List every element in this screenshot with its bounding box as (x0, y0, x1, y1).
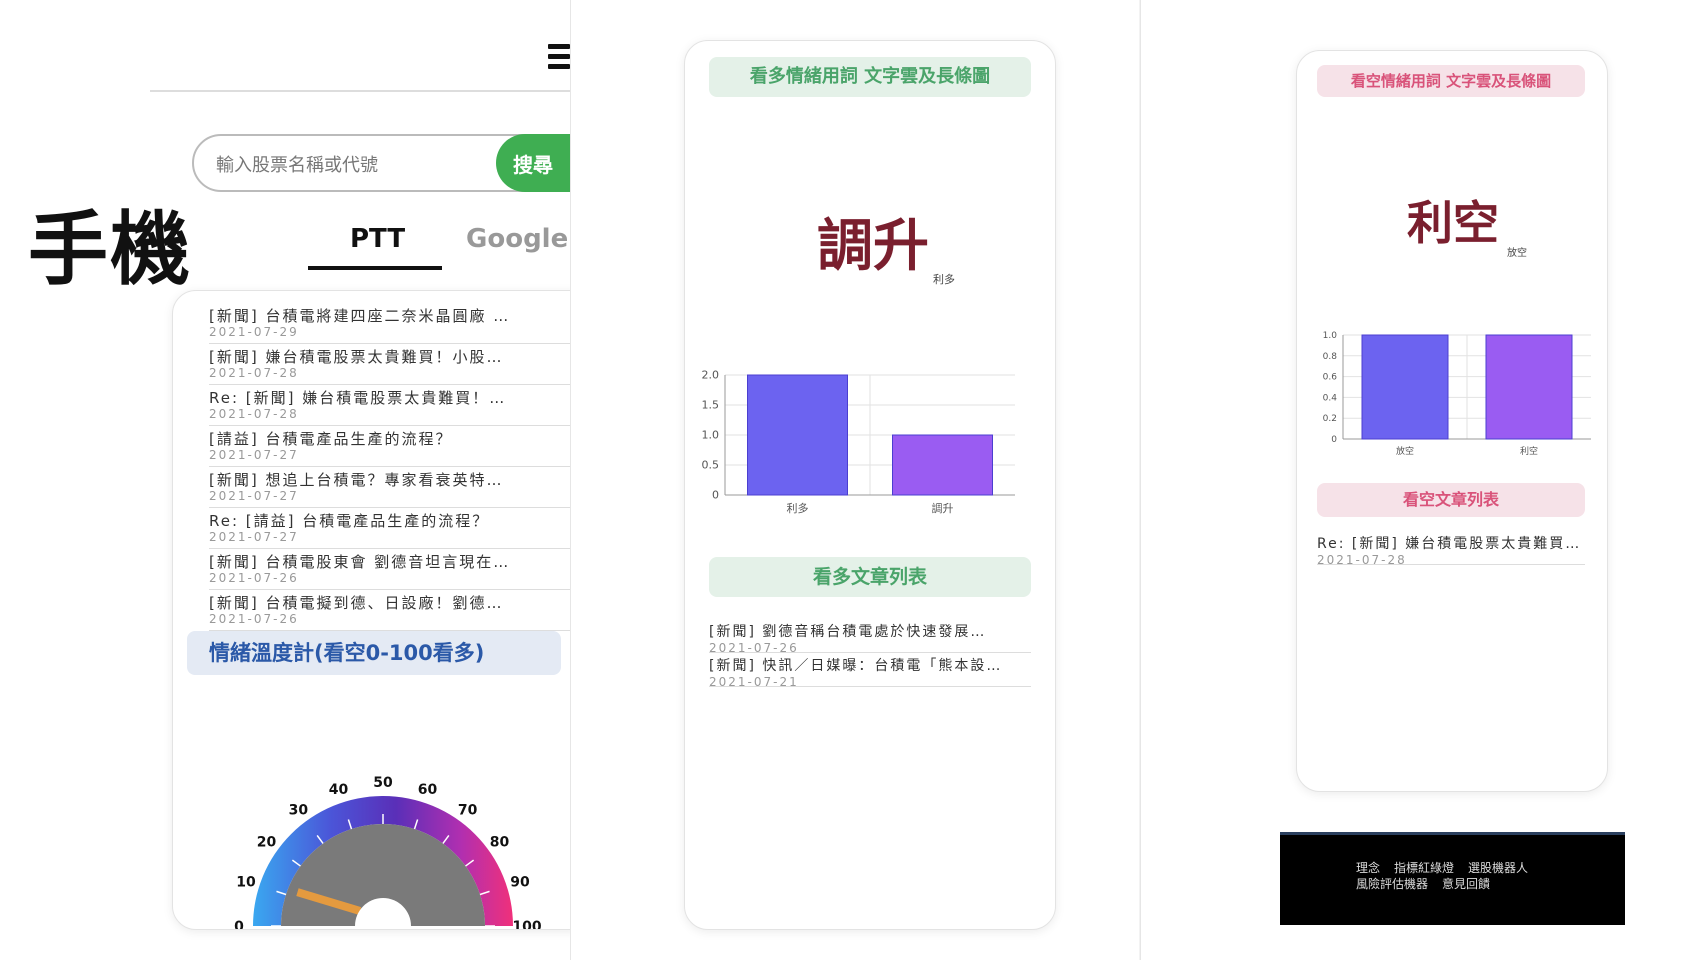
article-date: 2021-07-26 (209, 571, 299, 585)
bull-card: 看多情緒用詞 文字雲及長條圖 調升 利多 0 0.5 1.0 1.5 2.0 利多 調升 看… (684, 40, 1056, 930)
article-title: [新聞] 台積電擬到德、日設廠！劉德… (209, 594, 504, 612)
ptt-article-card: [新聞] 台積電將建四座二奈米晶圓廠 … 2021-07-29 [新聞] 嫌台積電股… (172, 290, 594, 930)
y-tick-label: 1.0 (702, 429, 720, 442)
x-tick-label: 利多 (787, 501, 809, 515)
article-date: 2021-07-28 (1317, 553, 1407, 565)
search-button[interactable]: 搜尋 (496, 134, 570, 192)
footer-links-row1: 理念 指標紅綠燈 選股機器人 (1356, 859, 1542, 876)
article-date: 2021-07-21 (709, 675, 799, 687)
x-tick-label: 調升 (932, 501, 954, 515)
x-tick-label: 利空 (1520, 445, 1538, 457)
article-title: Re: [請益] 台積電產品生產的流程？ (209, 512, 490, 530)
gauge-tick-label: 10 (236, 875, 256, 891)
article-item[interactable]: [新聞] 想追上台積電？專家看衰英特… 2021-07-27 (209, 467, 577, 508)
article-item[interactable]: [新聞] 快訊／日媒曝：台積電「熊本設… 2021-07-21 (709, 653, 1031, 687)
article-date: 2021-07-28 (209, 407, 299, 421)
footer-link[interactable]: 風險評估機器 (1356, 877, 1428, 891)
gauge-tick-label: 90 (510, 875, 530, 891)
bear-list-heading: 看空文章列表 (1317, 483, 1585, 517)
menu-icon[interactable] (548, 44, 570, 70)
article-title: Re: [新聞] 嫌台積電股票太貴難買！… (209, 389, 507, 407)
ptt-article-list: [新聞] 台積電將建四座二奈米晶圓廠 … 2021-07-29 [新聞] 嫌台積電股… (209, 303, 577, 631)
gauge-tick-label: 40 (329, 782, 349, 798)
bar-調升 (892, 434, 993, 496)
article-item[interactable]: [新聞] 台積電將建四座二奈米晶圓廠 … 2021-07-29 (209, 303, 577, 344)
footer-links-row2: 風險評估機器 意見回饋 (1356, 875, 1504, 892)
bull-cloud-small: 利多 (933, 273, 955, 286)
y-tick-label: 0.6 (1323, 373, 1338, 383)
gauge-tick-label: 100 (512, 919, 541, 930)
article-date: 2021-07-27 (209, 489, 299, 503)
article-date: 2021-07-27 (209, 448, 299, 462)
bar-放空 (1361, 334, 1449, 440)
bull-article-list: [新聞] 劉德音稱台積電處於快速發展… 2021-07-26 [新聞] 快訊／日媒曝… (709, 619, 1031, 687)
y-tick-label: 0 (1331, 435, 1337, 445)
bull-list-heading: 看多文章列表 (709, 557, 1031, 597)
gauge-tick-label: 80 (490, 834, 510, 850)
article-title: [新聞] 台積電股東會 劉德音坦言現在… (209, 553, 511, 571)
article-item[interactable]: Re: [新聞] 嫌台積電股票太貴難買！… 2021-07-28 (209, 385, 577, 426)
article-item[interactable]: Re: [新聞] 嫌台積電股票太貴難買！… 2021-07-28 (1317, 531, 1585, 565)
article-title: [新聞] 想追上台積電？專家看衰英特… (209, 471, 504, 489)
y-tick-label: 0.4 (1323, 393, 1338, 403)
bar-利空 (1485, 334, 1573, 440)
article-date: 2021-07-26 (709, 641, 799, 653)
article-date: 2021-07-29 (209, 325, 299, 339)
article-title: [請益] 台積電產品生產的流程？ (209, 430, 453, 448)
gauge-title: 情緒溫度計(看空0-100看多) (187, 631, 561, 675)
bear-cloud-small: 放空 (1507, 248, 1527, 259)
x-tick-label: 放空 (1396, 445, 1414, 457)
bull-heading: 看多情緒用詞 文字雲及長條圖 (709, 57, 1031, 97)
bear-cloud-main: 利空 (1407, 196, 1499, 250)
y-tick-label: 1.0 (1323, 331, 1338, 341)
bull-bar-chart: 0 0.5 1.0 1.5 2.0 利多 調升 (695, 367, 1045, 587)
article-date: 2021-07-27 (209, 530, 299, 544)
site-footer: 理念 指標紅綠燈 選股機器人 風險評估機器 意見回饋 (1280, 832, 1625, 925)
footer-link[interactable]: 指標紅綠燈 (1394, 861, 1454, 875)
tab-ptt[interactable]: PTT (350, 224, 405, 254)
mobile-label: 手機 (28, 203, 192, 296)
bear-heading: 看空情緒用詞 文字雲及長條圖 (1317, 65, 1585, 97)
bull-cloud-main: 調升 (817, 214, 929, 279)
tab-google[interactable]: Google (466, 224, 568, 254)
article-title: [新聞] 快訊／日媒曝：台積電「熊本設… (709, 658, 1003, 674)
article-date: 2021-07-26 (209, 612, 299, 626)
sentiment-gauge: 0 10 20 30 40 50 60 70 80 90 100 (193, 711, 573, 930)
y-tick-label: 1.5 (702, 399, 720, 412)
article-title: Re: [新聞] 嫌台積電股票太貴難買！… (1317, 536, 1585, 552)
y-tick-label: 0 (712, 489, 719, 502)
article-item[interactable]: [新聞] 劉德音稱台積電處於快速發展… 2021-07-26 (709, 619, 1031, 653)
y-tick-label: 0.5 (702, 459, 720, 472)
article-item[interactable]: [新聞] 台積電擬到德、日設廠！劉德… 2021-07-26 (209, 590, 577, 631)
article-item[interactable]: [新聞] 嫌台積電股票太貴難買！小股… 2021-07-28 (209, 344, 577, 385)
bear-card: 看空情緒用詞 文字雲及長條圖 利空 放空 0 0.2 0.4 0.6 0.8 1.0 放空利… (1296, 50, 1608, 792)
article-date: 2021-07-28 (209, 366, 299, 380)
gauge-tick-label: 20 (257, 834, 277, 850)
footer-link[interactable]: 理念 (1356, 861, 1380, 875)
y-tick-label: 2.0 (702, 369, 720, 382)
bar-利多 (747, 374, 848, 496)
y-tick-label: 0.8 (1323, 352, 1338, 362)
search-input[interactable] (214, 146, 488, 184)
article-item[interactable]: [新聞] 台積電股東會 劉德音坦言現在… 2021-07-26 (209, 549, 577, 590)
footer-link[interactable]: 選股機器人 (1468, 861, 1528, 875)
article-title: [新聞] 台積電將建四座二奈米晶圓廠 … (209, 307, 511, 325)
header-divider (150, 90, 570, 92)
article-item[interactable]: [請益] 台積電產品生產的流程？ 2021-07-27 (209, 426, 577, 467)
footer-link[interactable]: 意見回饋 (1442, 877, 1490, 891)
gauge-tick-label: 30 (289, 803, 309, 819)
bear-article-list: Re: [新聞] 嫌台積電股票太貴難買！… 2021-07-28 (1317, 531, 1585, 565)
article-item[interactable]: Re: [請益] 台積電產品生產的流程？ 2021-07-27 (209, 508, 577, 549)
gauge-tick-label: 50 (373, 775, 393, 791)
active-tab-indicator (308, 266, 442, 270)
y-tick-label: 0.2 (1323, 414, 1337, 424)
gauge-tick-label: 70 (458, 803, 478, 819)
article-title: [新聞] 劉德音稱台積電處於快速發展… (709, 624, 987, 640)
article-title: [新聞] 嫌台積電股票太貴難買！小股… (209, 348, 504, 366)
gauge-tick-label: 60 (418, 782, 438, 798)
gauge-tick-label: 0 (234, 919, 244, 930)
bear-bar-chart: 0 0.2 0.4 0.6 0.8 1.0 放空 利空 (1303, 321, 1603, 481)
